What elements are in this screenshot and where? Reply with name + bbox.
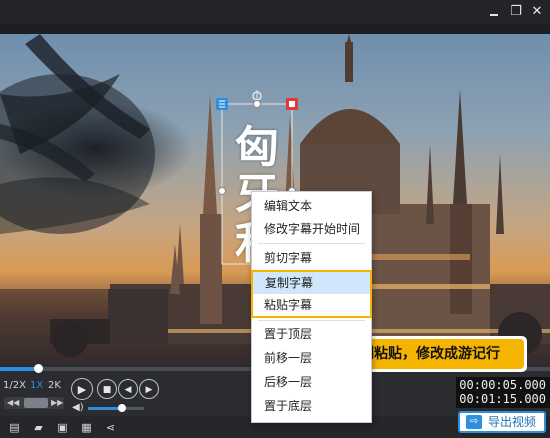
export-label: 导出视频	[488, 415, 537, 429]
menu-item-bring-forward[interactable]: 前移一层	[252, 347, 371, 369]
menu-item-paste[interactable]: 粘贴字幕	[252, 294, 371, 316]
speed-selector-bar[interactable]: ◀◀ ▶▶	[4, 397, 64, 409]
rewind-icon[interactable]: ◀◀	[7, 397, 19, 409]
prev-frame-button[interactable]: ◀	[118, 379, 138, 399]
subtitle-char: 匈	[235, 122, 279, 173]
volume-knob[interactable]	[117, 404, 126, 412]
menu-item-copy[interactable]: 复制字幕	[253, 272, 370, 294]
subtitle-tool-icon[interactable]: ▤	[8, 421, 21, 434]
speed-handle[interactable]	[24, 398, 48, 408]
menu-separator	[258, 243, 365, 244]
context-menu: 编辑文本 修改字幕开始时间 剪切字幕 复制字幕 粘贴字幕 置于顶层 前移一层 后…	[251, 191, 372, 423]
menu-item-change-start-time[interactable]: 修改字幕开始时间	[252, 218, 371, 240]
export-video-button[interactable]: ⇨ 导出视频	[458, 411, 546, 433]
minimize-icon[interactable]	[486, 4, 502, 20]
menu-item-bring-to-front[interactable]: 置于顶层	[252, 323, 371, 345]
close-icon[interactable]: ✕	[529, 4, 545, 20]
title-bar: ❐ ✕	[0, 0, 550, 24]
menu-item-cut[interactable]: 剪切字幕	[252, 247, 371, 269]
restore-icon[interactable]: ❐	[508, 4, 524, 20]
volume-icon[interactable]: ◀)	[72, 402, 84, 414]
save-as-icon[interactable]: ▦	[80, 421, 93, 434]
volume-fill	[88, 407, 122, 410]
open-folder-icon[interactable]: ▰	[32, 421, 45, 434]
share-icon[interactable]: ⋖	[104, 421, 117, 434]
volume-slider[interactable]	[88, 404, 144, 412]
forward-icon[interactable]: ▶▶	[51, 397, 63, 409]
save-icon[interactable]: ▣	[56, 421, 69, 434]
export-icon: ⇨	[466, 415, 482, 429]
menu-item-send-backward[interactable]: 后移一层	[252, 371, 371, 393]
speed-1x-button[interactable]: 1X	[30, 378, 43, 394]
stop-button[interactable]: ■	[97, 379, 117, 399]
progress-fill	[0, 367, 38, 371]
progress-knob[interactable]	[33, 364, 43, 373]
speed-2x-button[interactable]: 2K	[48, 378, 61, 394]
play-button[interactable]: ▶	[71, 378, 93, 400]
speed-half-button[interactable]: 1/2X	[3, 378, 26, 394]
menu-item-send-to-back[interactable]: 置于底层	[252, 395, 371, 417]
menu-item-edit-text[interactable]: 编辑文本	[252, 195, 371, 217]
total-time: 00:01:15.000	[456, 391, 550, 408]
menu-separator	[258, 320, 365, 321]
next-frame-button[interactable]: ▶	[139, 379, 159, 399]
